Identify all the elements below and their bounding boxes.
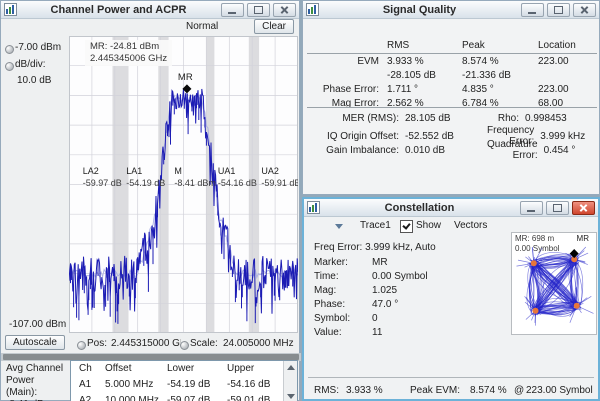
phase-error-row: Phase Error: 1.711 ° 4.835 ° 223.00	[307, 82, 597, 96]
avg-channel-power-label: Avg Channel Power (Main):	[6, 363, 68, 399]
acpr-marker-ua2: UA2-59.91 dB	[261, 166, 298, 189]
scale-label: Scale:	[190, 338, 218, 349]
vsa-screen: Channel Power and ACPR Normal Clear -7.0…	[0, 0, 600, 401]
pos-value[interactable]: 2.445315000 GHz	[111, 338, 181, 349]
evm-db-row: -28.105 dB -21.336 dB	[307, 68, 597, 82]
avg-channel-power: Avg Channel Power (Main): -8.41 dBm	[6, 363, 68, 401]
pos-knob-icon[interactable]	[77, 341, 86, 350]
constellation-marker-readout: MR: 698 m 0.00 Symbol	[515, 234, 559, 253]
constellation-plot[interactable]: MR: 698 m 0.00 Symbol MR	[511, 232, 597, 335]
status-at-value: 223.00 Symbol	[526, 385, 593, 396]
signal-quality-header: RMS Peak Location	[307, 37, 597, 54]
table-row[interactable]: A1 5.000 MHz -54.19 dB -54.16 dB	[71, 377, 297, 393]
constellation-marker-label: MR	[577, 234, 589, 243]
db-div-label: dB/div:	[15, 59, 46, 70]
freq-error-readout: Freq Error: 3.999 kHz, Auto	[314, 242, 436, 253]
marker-info-list: Marker:MR Time:0.00 Symbol Mag:1.025 Pha…	[314, 257, 504, 341]
acpr-marker-la2: LA2-59.97 dB	[83, 166, 122, 189]
close-button[interactable]	[573, 3, 596, 17]
ref-level-value[interactable]: -7.00 dBm	[15, 42, 61, 53]
scroll-up-icon[interactable]	[287, 365, 295, 370]
constellation-window: Constellation Trace1 Show Vectors Freq E…	[302, 197, 600, 401]
close-button[interactable]	[273, 3, 296, 17]
acpr-marker-m: M-8.41 dBm	[174, 166, 216, 189]
acpr-marker-ua1: UA1-54.16 dB	[218, 166, 257, 189]
show-label[interactable]: Show	[416, 220, 441, 231]
ref-level-knob-icon[interactable]	[5, 45, 14, 54]
evm-row: EVM 3.933 % 8.574 % 223.00	[307, 54, 597, 68]
autoscale-button[interactable]: Autoscale	[5, 335, 65, 350]
window-title: Signal Quality	[321, 4, 518, 16]
channel-power-window: Channel Power and ACPR Normal Clear -7.0…	[0, 0, 300, 401]
signal-quality-window: Signal Quality RMS Peak Location EVM 3.9…	[302, 0, 600, 195]
status-peak-label: Peak EVM:	[410, 385, 460, 396]
app-icon	[306, 3, 319, 16]
status-rms-label: RMS:	[314, 385, 339, 396]
chevron-down-icon[interactable]	[335, 224, 343, 229]
channel-power-titlebar[interactable]: Channel Power and ACPR	[1, 1, 299, 19]
clear-button[interactable]: Clear	[254, 19, 294, 34]
spectrum-plot[interactable]: MR: -24.81 dBm 2.445345006 GHz MR LA2-59…	[69, 36, 298, 333]
vertical-scrollbar[interactable]	[283, 361, 297, 401]
close-button[interactable]	[572, 201, 595, 215]
table-header-row: Ch Offset Lower Upper	[71, 361, 297, 377]
minimize-button[interactable]	[521, 3, 544, 17]
bottom-level-value: -107.00 dBm	[9, 319, 66, 330]
scale-value[interactable]: 24.005000 MHz	[223, 338, 294, 349]
marker-readout: MR: -24.81 dBm 2.445345006 GHz	[85, 40, 172, 66]
maximize-button[interactable]	[547, 3, 570, 17]
scroll-down-icon[interactable]	[287, 394, 295, 399]
constellation-titlebar[interactable]: Constellation	[304, 199, 598, 217]
trace-selector[interactable]: Trace1	[360, 220, 391, 231]
db-div-knob-icon[interactable]	[5, 62, 14, 71]
marker-readout-freq: 2.445345006 GHz	[90, 53, 167, 65]
pos-label: Pos:	[87, 338, 107, 349]
spectrum-toolbar: Normal Clear	[1, 18, 299, 36]
mer-rho-row: MER (RMS):28.105 dB Rho:0.998453	[307, 111, 597, 125]
signal-quality-titlebar[interactable]: Signal Quality	[303, 1, 599, 19]
signal-quality-pairs: MER (RMS):28.105 dB Rho:0.998453 IQ Orig…	[307, 107, 597, 153]
constellation-status-bar: RMS: 3.933 % Peak EVM: 8.574 % @ 223.00 …	[308, 377, 594, 400]
window-title: Constellation	[322, 202, 517, 214]
scale-knob-icon[interactable]	[180, 341, 189, 350]
table-row[interactable]: A2 10.000 MHz -59.07 dB -59.01 dB	[71, 393, 297, 401]
minimize-button[interactable]	[221, 3, 244, 17]
app-icon	[4, 3, 17, 16]
app-icon	[307, 201, 320, 214]
marker-readout-power: MR: -24.81 dBm	[90, 41, 167, 53]
acpr-marker-la1: LA1-54.19 dB	[126, 166, 165, 189]
acpr-offset-table: Ch Offset Lower Upper A1 5.000 MHz -54.1…	[70, 360, 298, 401]
db-div-value[interactable]: 10.0 dB	[17, 75, 51, 86]
maximize-button[interactable]	[247, 3, 270, 17]
vectors-label[interactable]: Vectors	[454, 220, 487, 231]
maximize-button[interactable]	[546, 201, 569, 215]
status-at-label: @	[514, 385, 524, 396]
minimize-button[interactable]	[520, 201, 543, 215]
status-rms-value: 3.933 %	[346, 385, 383, 396]
window-title: Channel Power and ACPR	[19, 4, 218, 16]
iq-offset-freq-error-row: IQ Origin Offset:-52.552 dB Frequency Er…	[307, 125, 597, 139]
peak-marker-label: MR	[178, 72, 193, 83]
status-peak-value: 8.574 %	[470, 385, 507, 396]
show-vectors-checkbox[interactable]	[400, 220, 413, 233]
signal-quality-table: RMS Peak Location EVM 3.933 % 8.574 % 22…	[307, 37, 597, 110]
trace-mode-label[interactable]: Normal	[186, 21, 218, 32]
